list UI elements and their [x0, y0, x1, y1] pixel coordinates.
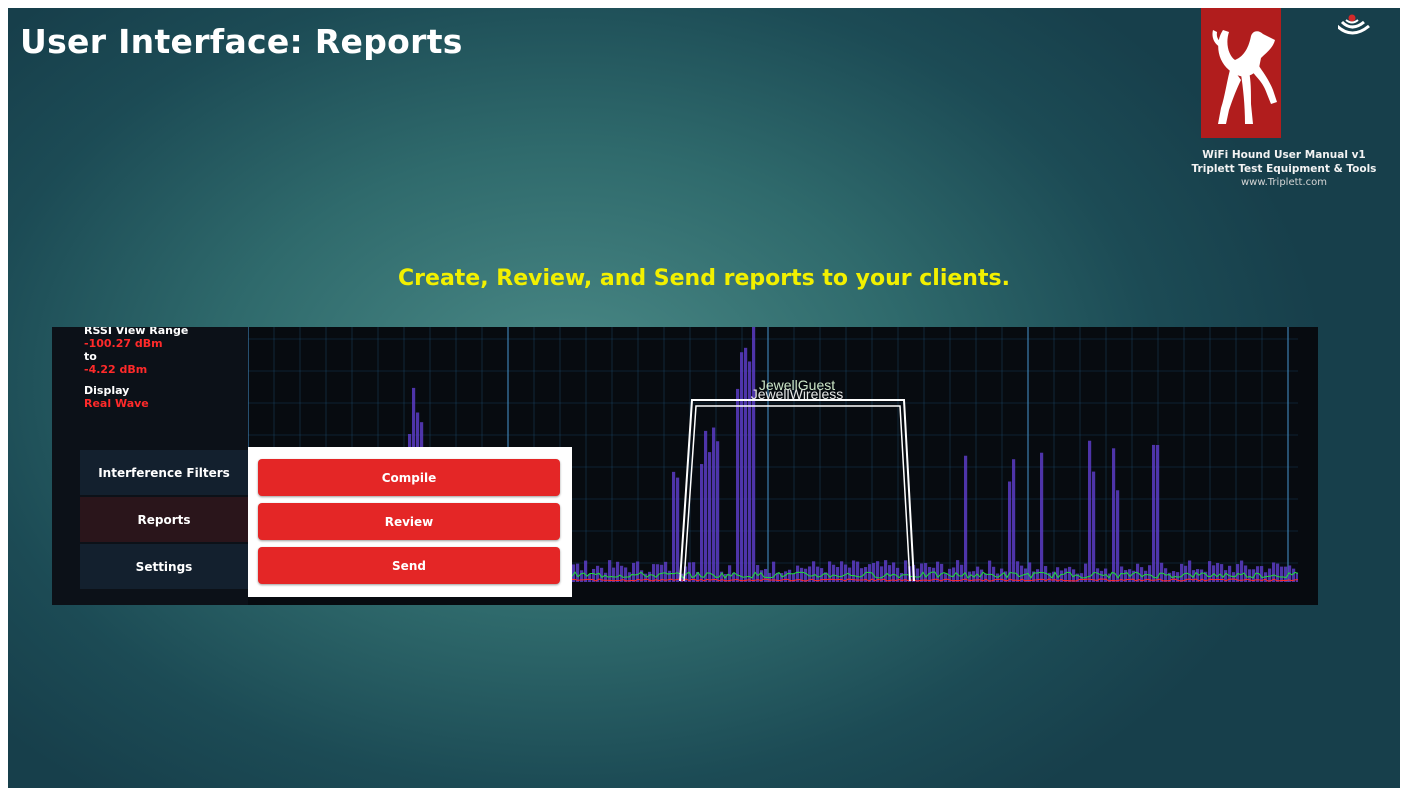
brand-text: WiFi Hound User Manual v1 Triplett Test …	[1168, 148, 1400, 189]
company-url: www.Triplett.com	[1241, 177, 1327, 188]
side-panel: RSSI View Range -100.27 dBm to -4.22 dBm…	[52, 327, 248, 605]
slide-subtitle: Create, Review, and Send reports to your…	[398, 266, 1010, 291]
wifi-signal-icon	[1338, 14, 1370, 35]
menu-reports[interactable]: Reports	[80, 497, 248, 542]
rssi-info: RSSI View Range -100.27 dBm to -4.22 dBm…	[84, 327, 188, 410]
display-mode-value: Real Wave	[84, 397, 149, 410]
display-label: Display	[84, 384, 130, 397]
menu-settings[interactable]: Settings	[80, 544, 248, 589]
review-button[interactable]: Review	[258, 503, 560, 540]
rssi-max-value: -4.22 dBm	[84, 363, 148, 376]
rssi-min-value: -100.27 dBm	[84, 337, 163, 350]
rssi-range-label: RSSI View Range	[84, 327, 189, 337]
hound-dog-icon	[1212, 30, 1277, 124]
to-label: to	[84, 350, 97, 363]
slide: User Interface: Reports WiFi Hound User …	[8, 8, 1400, 788]
reports-popup: Compile Review Send	[248, 447, 572, 597]
slide-title: User Interface: Reports	[20, 22, 463, 61]
company-name: Triplett Test Equipment & Tools	[1191, 163, 1377, 175]
wifi-hound-logo	[1201, 8, 1281, 138]
menu-interference-filters[interactable]: Interference Filters	[80, 450, 248, 495]
network-label-wireless: JewellWireless	[751, 386, 844, 402]
app-screenshot: RSSI View Range -100.27 dBm to -4.22 dBm…	[52, 327, 1318, 605]
manual-title: WiFi Hound User Manual v1	[1202, 149, 1366, 161]
send-button[interactable]: Send	[258, 547, 560, 584]
compile-button[interactable]: Compile	[258, 459, 560, 496]
